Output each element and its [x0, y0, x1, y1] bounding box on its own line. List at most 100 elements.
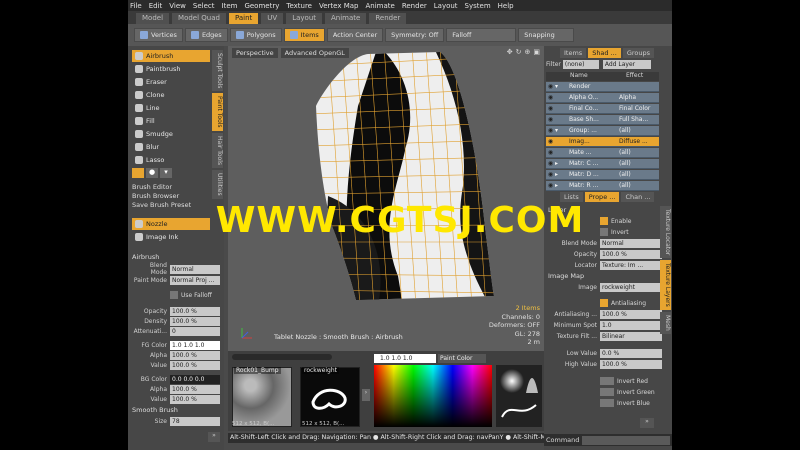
tab-hair-tools[interactable]: Hair Tools	[212, 132, 223, 168]
image-select[interactable]: rockweight	[600, 282, 662, 292]
shader-row-image[interactable]: ◉ Imag... Diffuse ...	[546, 137, 659, 147]
brush-square-icon[interactable]	[132, 168, 144, 178]
3d-viewport[interactable]: Perspective Advanced OpenGL ✥ ↻ ⊕ ▣ 2 It…	[228, 46, 544, 351]
low-value-field[interactable]: 0.0 %	[600, 348, 662, 358]
expand-icon[interactable]: ▸	[555, 160, 569, 167]
paint-color-value[interactable]: 1.0 1.0 1.0	[374, 354, 436, 363]
antialiasing-checkbox[interactable]	[600, 299, 608, 307]
blend-mode-select[interactable]: Normal	[170, 264, 220, 274]
tab-layout[interactable]: Layout	[286, 13, 322, 24]
eye-icon[interactable]: ◉	[546, 171, 555, 178]
layer-opacity-field[interactable]: 100.0 %	[600, 249, 662, 259]
expand-properties-icon[interactable]: »	[640, 418, 654, 428]
move-view-icon[interactable]: ✥	[507, 48, 513, 56]
menu-render[interactable]: Render	[402, 2, 427, 10]
symmetry-dropdown[interactable]: Symmetry: Off	[385, 28, 445, 42]
items-button[interactable]: Items	[283, 28, 325, 42]
high-value-field[interactable]: 100.0 %	[600, 359, 662, 369]
color-picker-gradient[interactable]	[374, 365, 492, 427]
minimum-spot-field[interactable]: 1.0	[600, 320, 662, 330]
tab-model[interactable]: Model	[136, 13, 170, 24]
action-center-dropdown[interactable]: Action Center	[326, 28, 384, 42]
lasso-tool[interactable]: Lasso	[132, 154, 210, 166]
airbrush-tool[interactable]: Airbrush	[132, 50, 210, 62]
eye-icon[interactable]: ◉	[546, 127, 555, 134]
scroll-right-icon[interactable]: ›	[362, 389, 370, 401]
image-map-section-header[interactable]: Image Map	[548, 272, 636, 280]
effect-column-header[interactable]: Effect	[626, 72, 643, 81]
menu-system[interactable]: System	[465, 2, 491, 10]
menu-file[interactable]: File	[130, 2, 142, 10]
shader-row-render[interactable]: ◉ ▾ Render	[546, 82, 659, 92]
tab-groups[interactable]: Groups	[622, 48, 654, 58]
opacity-field[interactable]: 100.0 %	[170, 306, 220, 316]
polygons-button[interactable]: Polygons	[229, 28, 282, 42]
tab-utilities[interactable]: Utilities	[212, 170, 223, 199]
smudge-tool[interactable]: Smudge	[132, 128, 210, 140]
shader-row-matr-d[interactable]: ◉ ▸ Matr: D ... (all)	[546, 170, 659, 180]
rockweight-thumbnail[interactable]	[300, 367, 360, 427]
eye-icon[interactable]: ◉	[546, 138, 555, 145]
bg-value-field[interactable]: 100.0 %	[170, 394, 220, 404]
name-column-header[interactable]: Name	[570, 72, 626, 81]
eye-icon[interactable]: ◉	[546, 94, 555, 101]
bg-color-field[interactable]: 0.0 0.0 0.0	[170, 374, 220, 384]
locator-select[interactable]: Texture: Im ...	[600, 260, 662, 270]
tab-uv[interactable]: UV	[261, 13, 284, 24]
command-input[interactable]	[582, 435, 670, 445]
attenuation-field[interactable]: 0	[170, 326, 220, 336]
use-falloff-checkbox[interactable]	[170, 291, 178, 299]
expand-icon[interactable]: ▸	[555, 171, 569, 178]
fg-color-field[interactable]: 1.0 1.0 1.0	[170, 340, 220, 350]
filter-select[interactable]: (none)	[562, 60, 599, 69]
menu-animate[interactable]: Animate	[365, 2, 394, 10]
shader-row-material[interactable]: ◉ Mate ... (all)	[546, 148, 659, 158]
brush-browser-button[interactable]: Brush Browser	[132, 192, 179, 200]
smooth-brush-header[interactable]: Smooth Brush	[132, 406, 220, 414]
eye-icon[interactable]: ◉	[546, 182, 555, 189]
tab-paint-tools[interactable]: Paint Tools	[212, 93, 223, 131]
menu-item[interactable]: Item	[222, 2, 238, 10]
perspective-view-tab[interactable]: Perspective	[232, 48, 278, 58]
rotate-view-icon[interactable]: ↻	[516, 48, 522, 56]
tab-animate[interactable]: Animate	[325, 13, 367, 24]
tab-texture-layers[interactable]: Texture Layers	[660, 260, 671, 310]
edges-button[interactable]: Edges	[184, 28, 228, 42]
invert-red-toggle[interactable]	[600, 377, 614, 385]
texture-filter-select[interactable]: Bilinear	[600, 331, 662, 341]
tab-items[interactable]: Items	[560, 48, 587, 58]
shader-row-matr-c[interactable]: ◉ ▸ Matr: C ... (all)	[546, 159, 659, 169]
tab-mesh[interactable]: Mesh	[660, 311, 671, 334]
tab-sculpt-tools[interactable]: Sculpt Tools	[212, 50, 223, 92]
fg-alpha-field[interactable]: 100.0 %	[170, 350, 220, 360]
tab-shader-tree[interactable]: Shad ...	[588, 48, 621, 58]
menu-geometry[interactable]: Geometry	[244, 2, 279, 10]
size-field[interactable]: 78	[170, 416, 220, 426]
tab-paint[interactable]: Paint	[228, 13, 259, 24]
menu-layout[interactable]: Layout	[434, 2, 458, 10]
expand-icon[interactable]: ▾	[555, 127, 569, 134]
paintbrush-tool[interactable]: Paintbrush	[132, 63, 210, 75]
tab-render[interactable]: Render	[369, 13, 407, 24]
invert-green-toggle[interactable]	[600, 388, 614, 396]
tab-model-quad[interactable]: Model Quad	[172, 13, 226, 24]
shader-row-matr-r[interactable]: ◉ ▸ Matr: R ... (all)	[546, 181, 659, 191]
menu-help[interactable]: Help	[498, 2, 514, 10]
bg-alpha-field[interactable]: 100.0 %	[170, 384, 220, 394]
fg-value-field[interactable]: 100.0 %	[170, 360, 220, 370]
eye-icon[interactable]: ◉	[546, 116, 555, 123]
eye-icon[interactable]: ◉	[546, 105, 555, 112]
menu-select[interactable]: Select	[193, 2, 215, 10]
thumb-size-slider[interactable]	[232, 354, 332, 360]
line-tool[interactable]: Line	[132, 102, 210, 114]
menu-texture[interactable]: Texture	[286, 2, 312, 10]
brush-dropdown-icon[interactable]: ▾	[160, 168, 172, 178]
menu-edit[interactable]: Edit	[149, 2, 163, 10]
shader-row-final-color[interactable]: ◉ Final Co... Final Color	[546, 104, 659, 114]
clone-tool[interactable]: Clone	[132, 89, 210, 101]
advanced-opengl-tab[interactable]: Advanced OpenGL	[280, 48, 349, 58]
expand-icon[interactable]: ▸	[555, 182, 569, 189]
shader-row-group[interactable]: ◉ ▾ Group: ... (all)	[546, 126, 659, 136]
menu-vertex-map[interactable]: Vertex Map	[319, 2, 359, 10]
brush-editor-button[interactable]: Brush Editor	[132, 183, 172, 191]
